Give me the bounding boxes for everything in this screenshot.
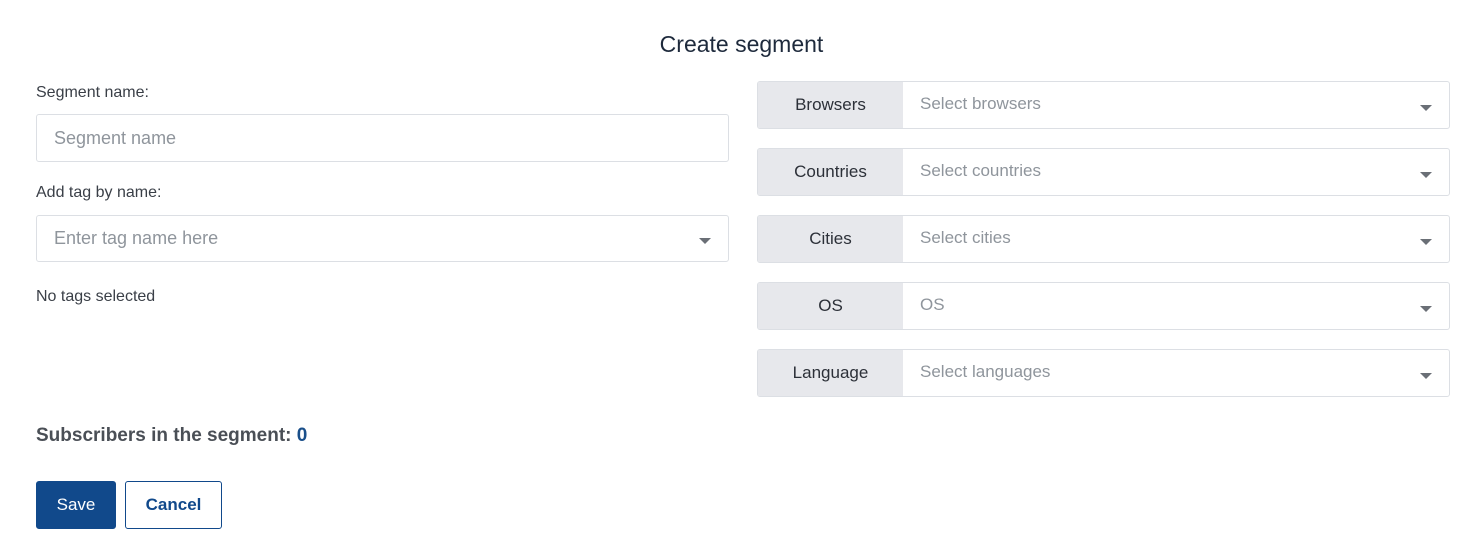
chevron-down-icon[interactable]: [1420, 239, 1432, 245]
language-placeholder: Select languages: [920, 362, 1051, 381]
cancel-button[interactable]: Cancel: [125, 481, 222, 529]
cities-select[interactable]: Select cities: [903, 216, 1449, 262]
filter-label-countries: Countries: [758, 149, 903, 195]
chevron-down-icon[interactable]: [1420, 172, 1432, 178]
filter-row-browsers: Browsers Select browsers: [757, 81, 1450, 129]
filter-row-cities: Cities Select cities: [757, 215, 1450, 263]
segment-name-label: Segment name:: [36, 84, 149, 101]
subscribers-label: Subscribers in the segment:: [36, 425, 292, 446]
subscribers-count: 0: [296, 425, 308, 446]
cities-placeholder: Select cities: [920, 228, 1011, 247]
countries-select[interactable]: Select countries: [903, 149, 1449, 195]
tag-search-input[interactable]: [37, 216, 677, 261]
filter-row-language: Language Select languages: [757, 349, 1450, 397]
no-tags-text: No tags selected: [36, 288, 156, 305]
browsers-placeholder: Select browsers: [920, 94, 1041, 113]
filter-row-os: OS OS: [757, 282, 1450, 330]
page-title: Create segment: [659, 31, 824, 57]
filter-label-language: Language: [758, 350, 903, 396]
filter-label-os: OS: [758, 283, 903, 329]
os-placeholder: OS: [920, 295, 945, 314]
chevron-down-icon[interactable]: [1420, 105, 1432, 111]
tag-label: Add tag by name:: [36, 184, 162, 201]
language-select[interactable]: Select languages: [903, 350, 1449, 396]
chevron-down-icon[interactable]: [1420, 373, 1432, 379]
tag-select[interactable]: [36, 215, 729, 262]
filter-label-browsers: Browsers: [758, 82, 903, 128]
filter-row-countries: Countries Select countries: [757, 148, 1450, 196]
save-button[interactable]: Save: [36, 481, 116, 529]
browsers-select[interactable]: Select browsers: [903, 82, 1449, 128]
subscribers-summary: Subscribers in the segment: 0: [36, 425, 307, 447]
filter-label-cities: Cities: [758, 216, 903, 262]
segment-name-input[interactable]: [36, 114, 729, 162]
chevron-down-icon[interactable]: [1420, 306, 1432, 312]
chevron-down-icon[interactable]: [699, 238, 711, 244]
create-segment-page: Create segment Segment name: Add tag by …: [0, 0, 1483, 540]
countries-placeholder: Select countries: [920, 161, 1041, 180]
os-select[interactable]: OS: [903, 283, 1449, 329]
